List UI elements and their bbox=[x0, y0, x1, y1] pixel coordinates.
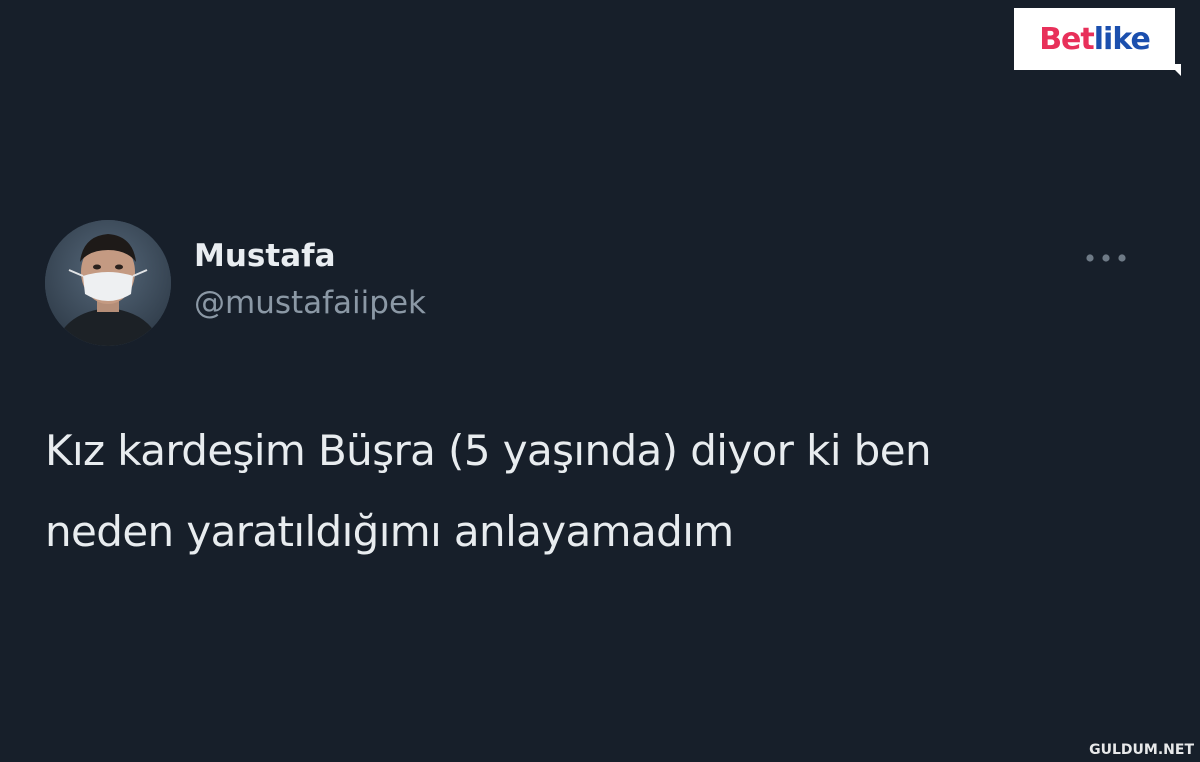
more-horizontal-icon bbox=[1086, 254, 1126, 262]
tweet-text-line: neden yaratıldığımı anlayamadım bbox=[45, 507, 734, 556]
author-name[interactable]: Mustafa bbox=[194, 238, 336, 274]
tweet-text-line: Kız kardeşim Büşra (5 yaşında) diyor ki … bbox=[45, 426, 932, 475]
brand-logo-part2: like bbox=[1093, 21, 1151, 57]
brand-logo: Bet like bbox=[1014, 8, 1181, 76]
tweet-text: Kız kardeşim Büşra (5 yaşında) diyor ki … bbox=[45, 410, 1155, 572]
tweet-screenshot: Bet like Mustafa @mustafaiipek Kız karde… bbox=[0, 0, 1200, 762]
avatar-photo-icon bbox=[45, 220, 171, 346]
avatar[interactable] bbox=[45, 220, 171, 346]
author-handle[interactable]: @mustafaiipek bbox=[194, 285, 426, 321]
brand-logo-part1: Bet bbox=[1039, 21, 1095, 57]
more-options-button[interactable] bbox=[1083, 249, 1129, 267]
brand-logo-corner bbox=[1169, 64, 1181, 76]
site-watermark: GULDUM.NET bbox=[1089, 742, 1194, 758]
